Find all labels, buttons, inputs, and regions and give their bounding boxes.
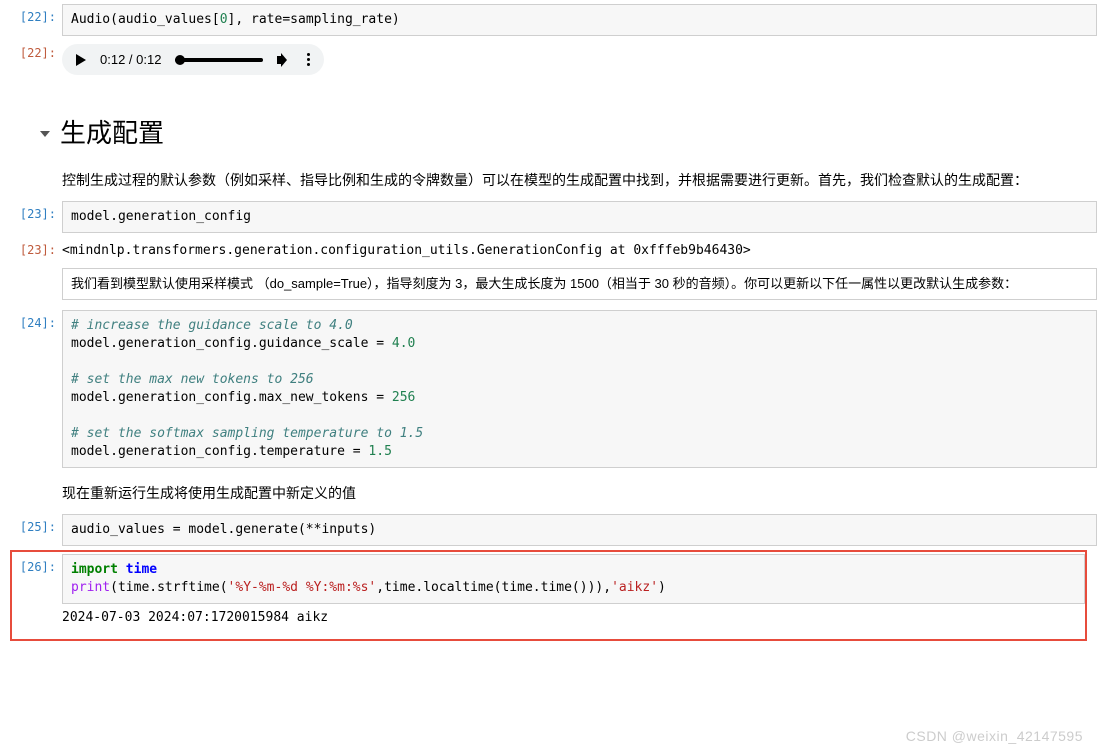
paragraph: 我们看到模型默认使用采样模式 （do_sample=True），指导刻度为 3，…	[62, 268, 1097, 300]
code-cell: [22]: Audio(audio_values[0], rate=sampli…	[0, 4, 1097, 36]
audio-player[interactable]: 0:12 / 0:12	[62, 44, 324, 75]
output-text: 2024-07-03 2024:07:1720015984 aikz	[62, 604, 1085, 631]
output-cell: [23]: <mindnlp.transformers.generation.c…	[0, 237, 1097, 264]
in-prompt: [26]:	[12, 554, 62, 574]
volume-icon[interactable]	[277, 53, 293, 67]
audio-track[interactable]	[175, 58, 263, 62]
code-input[interactable]: model.generation_config	[62, 201, 1097, 233]
markdown-section: 生成配置 控制生成过程的默认参数（例如采样、指导比例和生成的令牌数量）可以在模型…	[0, 97, 1097, 201]
code-cell: [24]: # increase the guidance scale to 4…	[0, 310, 1097, 468]
play-icon[interactable]	[76, 54, 86, 66]
in-prompt: [24]:	[0, 310, 62, 330]
output-cell: [22]: 0:12 / 0:12	[0, 40, 1097, 93]
code-input[interactable]: Audio(audio_values[0], rate=sampling_rat…	[62, 4, 1097, 36]
in-prompt: [22]:	[0, 4, 62, 24]
highlighted-cell: [26]: import time print(time.strftime('%…	[10, 550, 1087, 641]
section-heading: 生成配置	[60, 113, 164, 155]
code-cell: [23]: model.generation_config	[0, 201, 1097, 233]
output-text: <mindnlp.transformers.generation.configu…	[62, 237, 1097, 264]
code-cell: [26]: import time print(time.strftime('%…	[12, 554, 1085, 631]
collapse-icon[interactable]	[40, 131, 50, 137]
code-input[interactable]: audio_values = model.generate(**inputs)	[62, 514, 1097, 546]
out-prompt: [22]:	[0, 40, 62, 60]
code-input[interactable]: # increase the guidance scale to 4.0 mod…	[62, 310, 1097, 468]
paragraph: 控制生成过程的默认参数（例如采样、指导比例和生成的令牌数量）可以在模型的生成配置…	[62, 169, 1097, 191]
markdown-section: 现在重新运行生成将使用生成配置中新定义的值	[0, 472, 1097, 514]
audio-time: 0:12 / 0:12	[100, 52, 161, 67]
paragraph: 现在重新运行生成将使用生成配置中新定义的值	[62, 482, 1097, 504]
code-cell: [25]: audio_values = model.generate(**in…	[0, 514, 1097, 546]
out-prompt: [23]:	[0, 237, 62, 257]
audio-menu-icon[interactable]	[307, 53, 310, 66]
watermark: CSDN @weixin_42147595	[906, 728, 1083, 744]
markdown-cell: 我们看到模型默认使用采样模式 （do_sample=True），指导刻度为 3，…	[0, 268, 1097, 300]
in-prompt: [23]:	[0, 201, 62, 221]
in-prompt: [25]:	[0, 514, 62, 534]
code-input[interactable]: import time print(time.strftime('%Y-%m-%…	[62, 554, 1085, 604]
